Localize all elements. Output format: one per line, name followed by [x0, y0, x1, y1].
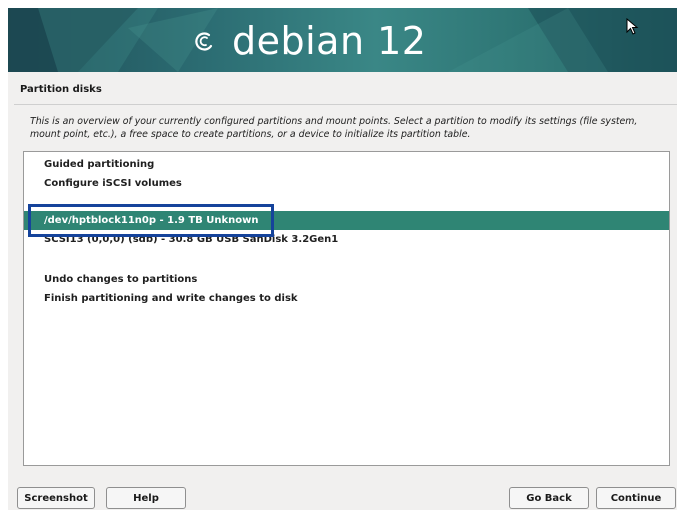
page-description: This is an overview of your currently co…: [30, 116, 638, 140]
continue-button[interactable]: Continue: [596, 487, 676, 509]
partition-list[interactable]: Guided partitioning Configure iSCSI volu…: [23, 151, 670, 466]
debian-swirl-icon: [195, 32, 213, 51]
go-back-button[interactable]: Go Back: [509, 487, 589, 509]
debian-logo: debian 12: [190, 19, 427, 63]
debian-version-text: debian 12: [232, 19, 427, 63]
screenshot-button[interactable]: Screenshot: [17, 487, 95, 509]
title-divider: [14, 104, 677, 105]
mouse-pointer-icon: [626, 18, 639, 35]
annotation-highlight-box: [28, 204, 274, 237]
debian-banner: debian 12: [8, 8, 677, 72]
list-item-guided-partitioning[interactable]: Guided partitioning: [24, 155, 669, 174]
help-button[interactable]: Help: [106, 487, 186, 509]
page-title: Partition disks: [20, 84, 102, 95]
list-item-finish-partitioning[interactable]: Finish partitioning and write changes to…: [24, 289, 669, 308]
list-item-undo-changes[interactable]: Undo changes to partitions: [24, 270, 669, 289]
list-item-configure-iscsi[interactable]: Configure iSCSI volumes: [24, 174, 669, 193]
